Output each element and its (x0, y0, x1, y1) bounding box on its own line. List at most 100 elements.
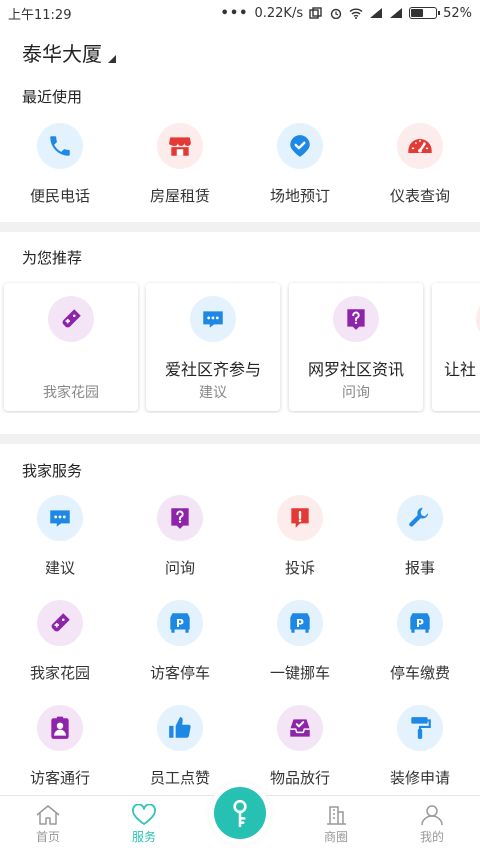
dropdown-triangle-icon (108, 55, 116, 63)
location-name: 泰华大厦 (22, 42, 102, 66)
heart-icon (132, 804, 156, 825)
signal-icon (370, 8, 383, 18)
copy-icon (309, 7, 322, 19)
partial-icon (476, 296, 480, 342)
svg-text:P: P (416, 617, 424, 630)
recent-item-rental[interactable]: 房屋租赁 (120, 123, 240, 206)
complaint-icon (277, 495, 323, 541)
tab-mine[interactable]: 我的 (384, 796, 480, 853)
section-divider (0, 222, 480, 232)
key-button[interactable] (214, 787, 266, 839)
tab-label: 服务 (131, 830, 156, 844)
question-icon (333, 296, 379, 342)
card-subtitle: 建议 (199, 385, 227, 401)
recent-item-venue[interactable]: 场地预订 (240, 123, 360, 206)
service-item-inquiry[interactable]: 问询 (120, 495, 240, 578)
service-item-label: 员工点赞 (149, 769, 210, 787)
key-icon (233, 799, 247, 828)
service-item-label: 物品放行 (269, 769, 330, 787)
location-check-icon (277, 123, 323, 169)
services-row-1: 建议 问询 投诉 报事 (0, 495, 480, 578)
shop-icon (157, 123, 203, 169)
service-item-renovation[interactable]: 装修申请 (360, 705, 480, 788)
recent-item-meter[interactable]: 仪表查询 (360, 123, 480, 206)
wifi-icon (349, 8, 363, 19)
gamepad-icon (37, 600, 83, 646)
card-title: 网罗社区资讯 (307, 360, 404, 379)
gamepad-icon (48, 296, 94, 342)
card-title: 爱社区齐参与 (164, 360, 261, 379)
gauge-icon (397, 123, 443, 169)
service-item-visitor-parking[interactable]: P 访客停车 (120, 600, 240, 683)
svg-text:P: P (296, 617, 304, 630)
tab-label: 商圈 (323, 830, 348, 844)
card-subtitle: 我家花园 (43, 385, 99, 401)
tray-check-icon (277, 705, 323, 751)
signal-icon-2 (390, 8, 403, 18)
service-item-staff-like[interactable]: 员工点赞 (120, 705, 240, 788)
service-item-label: 一键挪车 (269, 664, 330, 682)
tab-business[interactable]: 商圈 (288, 796, 384, 853)
recommend-section-title: 为您推荐 (22, 249, 83, 267)
paint-roller-icon (397, 705, 443, 751)
services-row-3: 访客通行 员工点赞 物品放行 装修申请 (0, 705, 480, 788)
service-item-label: 报事 (404, 559, 435, 577)
recent-item-phone[interactable]: 便民电话 (0, 123, 120, 206)
recent-grid: 便民电话 房屋租赁 场地预订 仪表查询 (0, 123, 480, 206)
tab-service[interactable]: 服务 (96, 796, 192, 853)
recommend-card[interactable]: 我家花园 (4, 283, 138, 411)
parking-car-icon: P (157, 600, 203, 646)
recent-item-label: 便民电话 (29, 187, 90, 205)
recent-item-label: 仪表查询 (389, 187, 450, 205)
service-item-report[interactable]: 报事 (360, 495, 480, 578)
recommend-card[interactable]: 让社 (432, 283, 480, 411)
battery-percent: 52% (443, 5, 472, 21)
card-subtitle: 问询 (342, 385, 370, 401)
service-item-label: 访客通行 (29, 769, 90, 787)
service-item-goods-release[interactable]: 物品放行 (240, 705, 360, 788)
service-item-suggest[interactable]: 建议 (0, 495, 120, 578)
more-dots-icon: ••• (220, 5, 249, 21)
service-item-label: 装修申请 (389, 769, 450, 787)
svg-text:P: P (176, 617, 184, 630)
service-item-label: 投诉 (284, 559, 315, 577)
service-item-visitor-pass[interactable]: 访客通行 (0, 705, 120, 788)
chat-bubble-icon (37, 495, 83, 541)
parking-car-icon: P (277, 600, 323, 646)
service-item-garden[interactable]: 我家花园 (0, 600, 120, 683)
badge-icon (37, 705, 83, 751)
service-item-parking-fee[interactable]: P 停车缴费 (360, 600, 480, 683)
recommend-card[interactable]: 网罗社区资讯 问询 (289, 283, 423, 411)
card-title: 让社 (444, 360, 477, 379)
service-item-move-car[interactable]: P 一键挪车 (240, 600, 360, 683)
user-icon (421, 805, 443, 826)
home-icon (36, 805, 60, 825)
phone-icon (37, 123, 83, 169)
chat-bubble-icon (190, 296, 236, 342)
battery-icon (409, 7, 441, 19)
service-item-label: 我家花园 (29, 664, 90, 682)
building-icon (327, 806, 346, 825)
tab-label: 我的 (419, 830, 444, 844)
wrench-icon (397, 495, 443, 541)
recommend-carousel[interactable]: 我家花园 爱社区齐参与 建议 网罗社区资讯 问询 让社 (0, 281, 480, 413)
recent-item-label: 场地预订 (269, 187, 330, 205)
service-item-label: 建议 (44, 559, 75, 577)
services-section-title: 我家服务 (22, 462, 83, 480)
recent-item-label: 房屋租赁 (149, 187, 210, 205)
tab-home[interactable]: 首页 (0, 796, 96, 853)
tab-label: 首页 (35, 830, 60, 844)
network-speed: 0.22K/s (254, 5, 304, 21)
services-row-2: 我家花园 P 访客停车 P 一键挪车 P 停车缴费 (0, 600, 480, 683)
service-item-label: 问询 (164, 559, 195, 577)
service-item-complaint[interactable]: 投诉 (240, 495, 360, 578)
alarm-icon (330, 8, 342, 19)
location-selector[interactable]: 泰华大厦 (22, 38, 116, 67)
status-time: 上午11:29 (8, 7, 72, 23)
parking-car-icon: P (397, 600, 443, 646)
recommend-card[interactable]: 爱社区齐参与 建议 (146, 283, 280, 411)
service-item-label: 停车缴费 (389, 664, 450, 682)
recent-section-title: 最近使用 (22, 88, 83, 106)
service-item-label: 访客停车 (149, 664, 210, 682)
section-divider (0, 434, 480, 444)
